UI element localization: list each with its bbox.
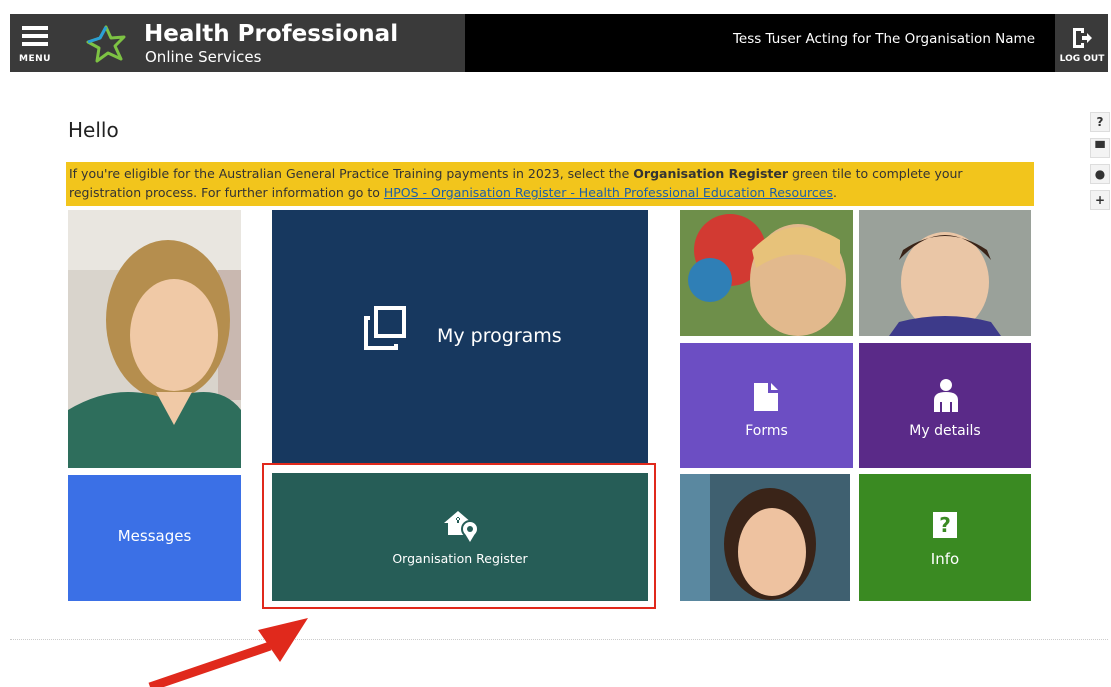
logout-button[interactable]: LOG OUT [1056,14,1108,72]
tile-info-label: Info [930,550,960,568]
photo-child-pinwheel [680,210,853,336]
user-acting-text: Tess Tuser Acting for The Organisation N… [732,31,1035,47]
page-greeting: Hello [68,118,119,142]
tile-forms[interactable]: Forms [680,343,853,468]
question-icon: ? [933,512,957,538]
logo-star-icon [86,25,126,63]
notice-link[interactable]: HPOS - Organisation Register - Health Pr… [384,185,833,200]
copy-windows-icon [364,306,406,350]
user-area: Tess Tuser Acting for The Organisation N… [465,14,1055,72]
tile-messages-label: Messages [117,527,192,545]
tile-info[interactable]: ? Info [859,474,1031,601]
top-bar: MENU Health Professional Online Services… [10,14,1108,72]
tile-my-details-label: My details [909,423,981,439]
app-title: Health Professional [144,21,399,47]
tile-my-programs[interactable]: My programs [272,210,648,465]
document-icon [754,383,778,411]
logout-icon [1073,28,1092,48]
notice-text-before: If you're eligible for the Australian Ge… [69,166,634,181]
menu-label: MENU [19,54,51,64]
print-icon[interactable]: ▀ [1090,138,1110,158]
notice-banner: If you're eligible for the Australian Ge… [66,162,1034,206]
annotation-arrow [148,618,308,687]
zoom-in-icon[interactable]: + [1090,190,1110,210]
photo-young-woman [680,474,850,601]
photo-health-professional [68,210,241,468]
tile-forms-label: Forms [745,423,788,439]
tile-my-details[interactable]: My details [859,343,1031,468]
logout-label: LOG OUT [1059,54,1105,64]
notice-bold: Organisation Register [633,166,789,181]
app-subtitle: Online Services [145,48,262,66]
notice-text-after: . [832,185,837,200]
menu-button[interactable]: MENU [10,14,60,72]
highlight-box [262,463,656,609]
photo-boy [859,210,1031,336]
person-icon [934,379,958,412]
tile-my-programs-label: My programs [437,325,562,347]
hamburger-icon [22,26,48,46]
side-toolbar: ? ▀ ● + [1090,112,1110,216]
help-icon[interactable]: ? [1090,112,1110,132]
feedback-icon[interactable]: ● [1090,164,1110,184]
tile-messages[interactable]: Messages [68,475,241,601]
